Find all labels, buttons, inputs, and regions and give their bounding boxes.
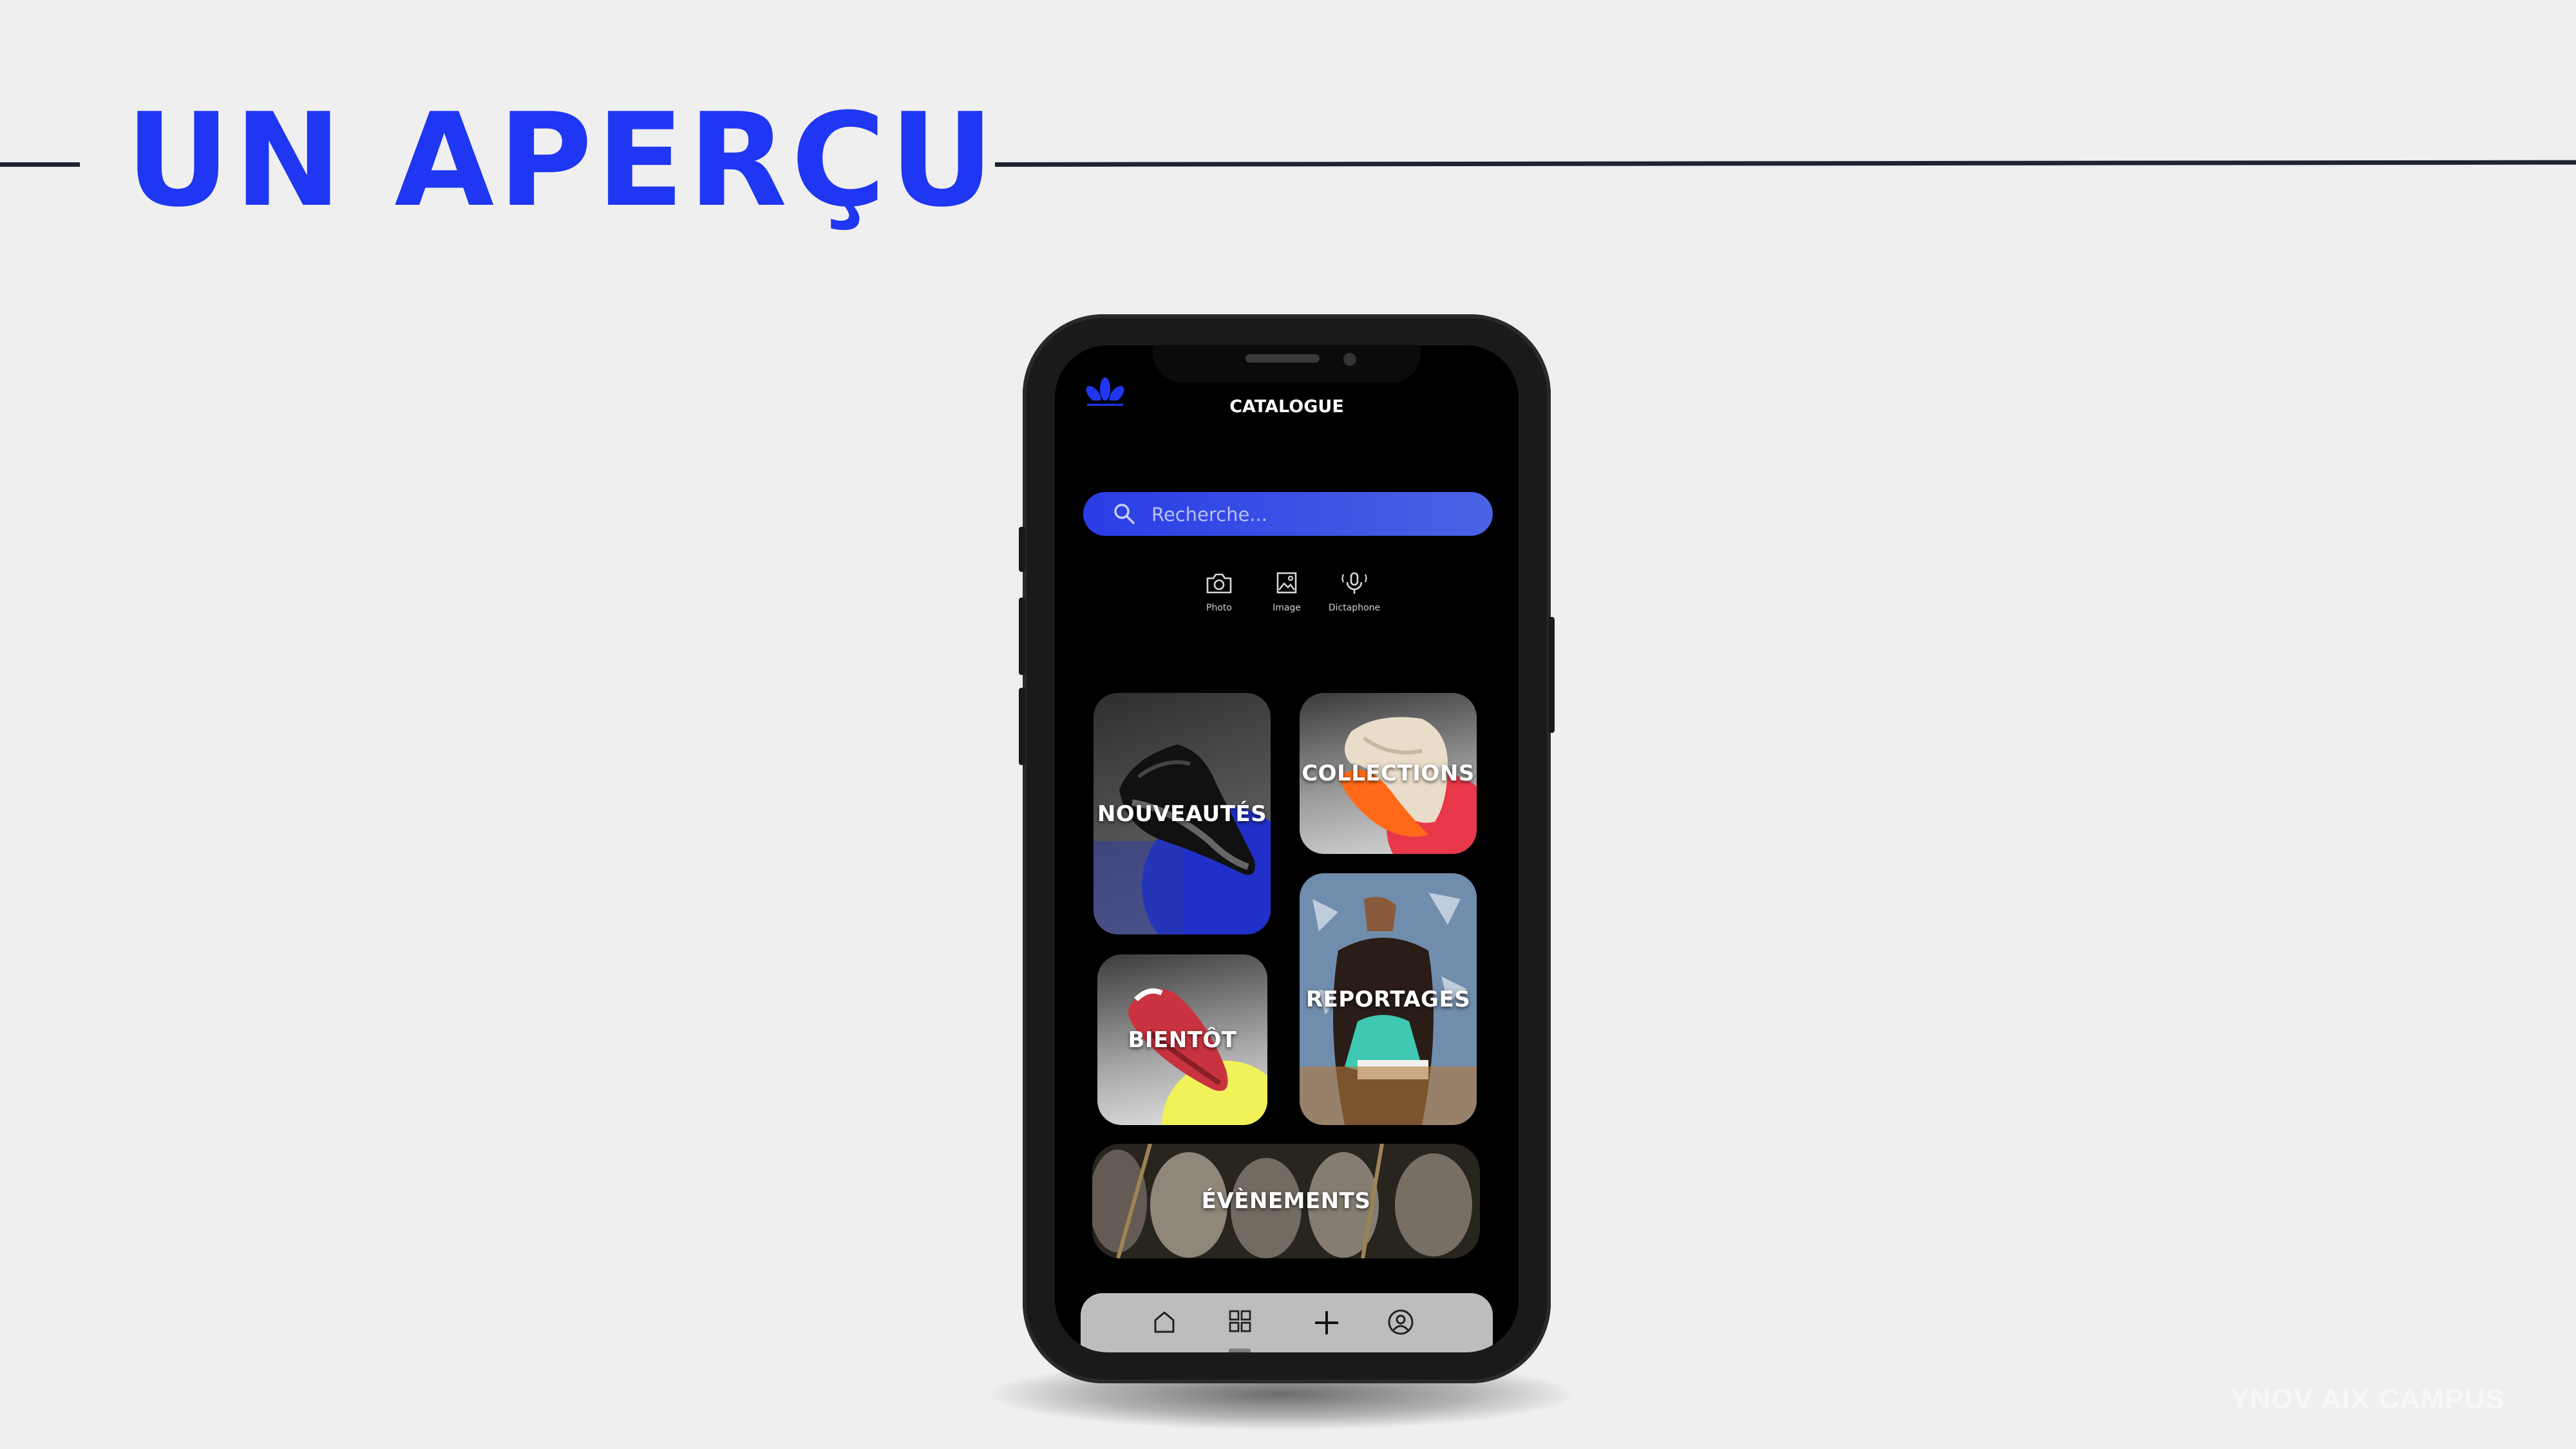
phone-power-button [1548, 617, 1555, 733]
footer-brand: YNOV AIX CAMPUS [2230, 1383, 2505, 1415]
phone-mockup: CATALOGUE Photo [1019, 314, 1555, 1383]
category-label-soon: BIENTÔT [1128, 1027, 1237, 1053]
category-card-reports[interactable]: REPORTAGES [1300, 873, 1477, 1125]
search-input[interactable] [1150, 492, 1475, 537]
tool-dictaphone[interactable]: Dictaphone [1319, 571, 1390, 613]
category-card-collections[interactable]: COLLECTIONS [1300, 693, 1477, 854]
phone-side-button [1019, 527, 1025, 572]
image-icon [1276, 572, 1297, 594]
microphone-icon [1341, 572, 1367, 594]
title-rule-right [994, 160, 2576, 167]
tool-image[interactable]: Image [1251, 571, 1322, 613]
tool-photo-label: Photo [1206, 603, 1232, 613]
category-card-events[interactable]: ÉVÈNEMENTS [1092, 1144, 1480, 1258]
phone-volume-down [1019, 688, 1025, 765]
category-label-events: ÉVÈNEMENTS [1201, 1188, 1371, 1214]
search-icon[interactable] [1112, 501, 1137, 527]
phone-notch [1153, 345, 1421, 383]
category-label-collections: COLLECTIONS [1302, 761, 1475, 786]
grid-icon[interactable] [1226, 1307, 1255, 1336]
title-rule-left [0, 162, 80, 167]
profile-icon[interactable] [1386, 1307, 1416, 1337]
category-label-new: NOUVEAUTÉS [1097, 800, 1267, 827]
search-bar[interactable] [1083, 492, 1493, 537]
category-label-reports: REPORTAGES [1305, 986, 1471, 1012]
plus-icon[interactable] [1311, 1307, 1342, 1338]
active-tab-indicator [1229, 1349, 1251, 1352]
category-card-new[interactable]: NOUVEAUTÉS [1094, 693, 1271, 934]
phone-speaker [1245, 354, 1320, 363]
phone-volume-up [1019, 598, 1025, 675]
category-card-soon[interactable]: BIENTÔT [1097, 954, 1267, 1125]
tool-photo[interactable]: Photo [1184, 571, 1255, 613]
camera-icon [1206, 573, 1232, 594]
slide-title: UN APERÇU [126, 86, 998, 236]
home-icon[interactable] [1150, 1307, 1179, 1336]
phone-camera [1343, 353, 1356, 366]
tool-image-label: Image [1273, 603, 1301, 613]
phone-screen: CATALOGUE Photo [1055, 345, 1519, 1352]
tool-dictaphone-label: Dictaphone [1328, 603, 1381, 613]
screen-title: CATALOGUE [1229, 397, 1344, 417]
bottom-navigation [1081, 1293, 1493, 1352]
